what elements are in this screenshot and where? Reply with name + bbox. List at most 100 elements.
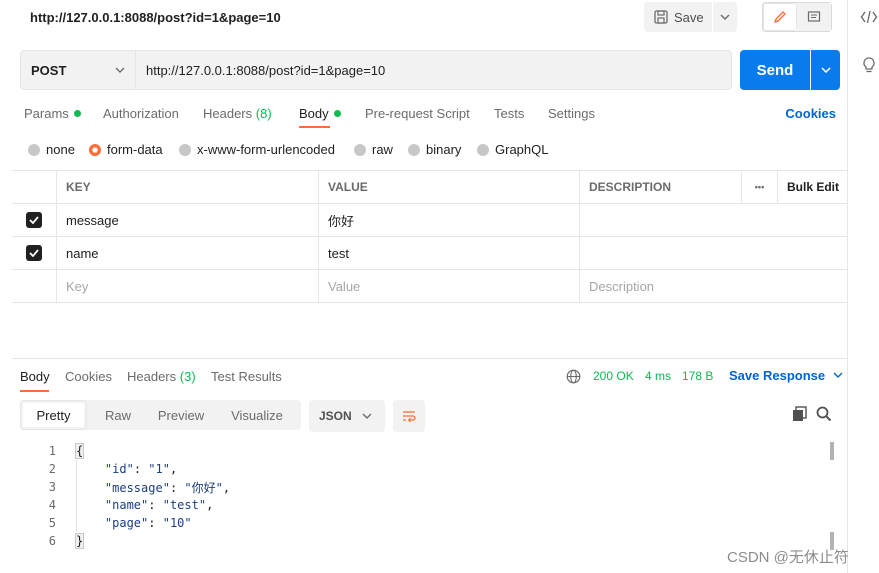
radio-form-data[interactable]: form-data	[89, 142, 163, 157]
documentation-mode-button[interactable]	[797, 3, 831, 31]
code-text: "message": "你好",	[104, 480, 231, 495]
send-options-dropdown[interactable]	[811, 50, 840, 90]
tab-headers[interactable]: Headers (8)	[203, 106, 272, 121]
radio-none[interactable]: none	[28, 142, 75, 157]
response-tab-body[interactable]: Body	[20, 369, 50, 384]
value-cell[interactable]: 你好	[318, 204, 579, 236]
status-code[interactable]: 200 OK	[593, 369, 634, 383]
checkmark-icon	[29, 249, 39, 257]
value-placeholder-cell[interactable]: Value	[318, 270, 579, 302]
json-key: "id"	[104, 462, 134, 476]
cookies-link[interactable]: Cookies	[785, 106, 836, 121]
json-value: "你好"	[184, 480, 223, 495]
response-tab-test-results[interactable]: Test Results	[211, 369, 282, 384]
description-cell[interactable]	[579, 237, 848, 269]
radio-none-label: none	[46, 142, 75, 157]
tab-headers-label: Headers	[203, 106, 253, 121]
code-line: 4 "name": "test",	[20, 496, 214, 514]
response-tabs: Body Cookies Headers (3) Test Results 20…	[0, 366, 848, 392]
bulk-edit-button[interactable]: Bulk Edit	[777, 171, 848, 203]
save-response-button[interactable]: Save Response	[729, 368, 843, 383]
view-preview-button[interactable]: Preview	[149, 400, 213, 430]
code-text: {	[74, 443, 85, 459]
json-comma: ,	[206, 498, 214, 512]
lightbulb-icon[interactable]	[860, 56, 878, 74]
description-cell[interactable]	[579, 204, 848, 236]
line-number: 3	[48, 480, 56, 494]
params-active-dot	[73, 110, 81, 117]
response-divider[interactable]	[12, 358, 848, 359]
tab-body[interactable]: Body	[299, 106, 341, 121]
tab-authorization[interactable]: Authorization	[103, 106, 179, 121]
line-number: 4	[48, 498, 56, 512]
globe-icon[interactable]	[566, 369, 581, 384]
radio-urlencoded-label: x-www-form-urlencoded	[197, 142, 335, 157]
code-snippet-icon[interactable]	[860, 8, 878, 26]
radio-raw[interactable]: raw	[354, 142, 393, 157]
value-cell[interactable]: test	[318, 237, 579, 269]
response-time[interactable]: 4 ms	[645, 369, 671, 383]
key-cell[interactable]: message	[56, 204, 318, 236]
radio-graphql[interactable]: GraphQL	[477, 142, 548, 157]
key-placeholder-cell[interactable]: Key	[56, 270, 318, 302]
view-raw-button[interactable]: Raw	[87, 400, 149, 430]
active-tab-underline	[299, 126, 330, 128]
view-pretty-button[interactable]: Pretty	[20, 400, 87, 430]
scrollbar-marker-top[interactable]	[830, 442, 834, 460]
radio-form-data-label: form-data	[107, 142, 163, 157]
radio-raw-label: raw	[372, 142, 393, 157]
column-header-value: VALUE	[318, 171, 579, 203]
indent-guide	[76, 460, 77, 532]
code-line: 5 "page": "10"	[20, 514, 192, 532]
response-format-select[interactable]: JSON	[309, 400, 385, 432]
more-options-button[interactable]: •••	[741, 171, 777, 203]
url-input[interactable]	[136, 50, 732, 90]
response-size[interactable]: 178 B	[682, 369, 713, 383]
method-select[interactable]: POST	[20, 50, 136, 90]
table-row-empty: Key Value Description	[12, 270, 848, 303]
row-checkbox[interactable]	[26, 245, 42, 261]
response-body-code[interactable]: 1 { 2 "id": "1", 3 "message": "你好", 4 "n…	[20, 442, 840, 562]
code-line: 6 }	[20, 532, 85, 550]
save-button[interactable]: Save	[644, 2, 712, 32]
radio-circle	[354, 143, 366, 156]
watermark: CSDN @无休止符	[727, 549, 849, 566]
tab-body-label: Body	[299, 106, 329, 121]
chevron-down-icon	[833, 372, 843, 378]
request-tab-title[interactable]: http://127.0.0.1:8088/post?id=1&page=10	[30, 10, 281, 25]
tab-settings[interactable]: Settings	[548, 106, 595, 121]
tab-pre-request-script[interactable]: Pre-request Script	[365, 106, 470, 121]
edit-mode-button[interactable]	[763, 3, 797, 31]
line-number: 6	[48, 534, 56, 548]
tab-params[interactable]: Params	[24, 106, 81, 121]
response-tab-cookies[interactable]: Cookies	[65, 369, 112, 384]
wrap-lines-button[interactable]	[393, 400, 425, 432]
radio-urlencoded[interactable]: x-www-form-urlencoded	[179, 142, 335, 157]
response-tab-headers[interactable]: Headers (3)	[127, 369, 196, 384]
code-line: 1 {	[20, 442, 85, 460]
json-value: "10"	[162, 516, 192, 530]
row-check-cell	[12, 270, 56, 302]
row-check-cell	[12, 237, 56, 269]
radio-circle	[179, 143, 191, 156]
table-row: name test	[12, 237, 848, 270]
row-checkbox[interactable]	[26, 212, 42, 228]
tab-tests[interactable]: Tests	[494, 106, 524, 121]
radio-binary[interactable]: binary	[408, 142, 461, 157]
view-visualize-button[interactable]: Visualize	[213, 400, 301, 430]
tab-params-label: Params	[24, 106, 69, 121]
row-check-cell	[12, 204, 56, 236]
table-header-row: KEY VALUE DESCRIPTION ••• Bulk Edit	[12, 171, 848, 204]
response-headers-count: (3)	[179, 369, 196, 384]
json-value: "1"	[148, 462, 170, 476]
send-button[interactable]: Send	[740, 50, 810, 90]
copy-icon[interactable]	[791, 405, 809, 423]
key-cell[interactable]: name	[56, 237, 318, 269]
chevron-down-icon	[820, 67, 831, 73]
chevron-down-icon	[362, 413, 372, 419]
code-text: "name": "test",	[104, 498, 214, 512]
search-icon[interactable]	[815, 405, 833, 423]
code-line: 3 "message": "你好",	[20, 478, 230, 496]
save-options-dropdown[interactable]	[713, 2, 737, 32]
description-placeholder-cell[interactable]: Description	[579, 270, 848, 302]
